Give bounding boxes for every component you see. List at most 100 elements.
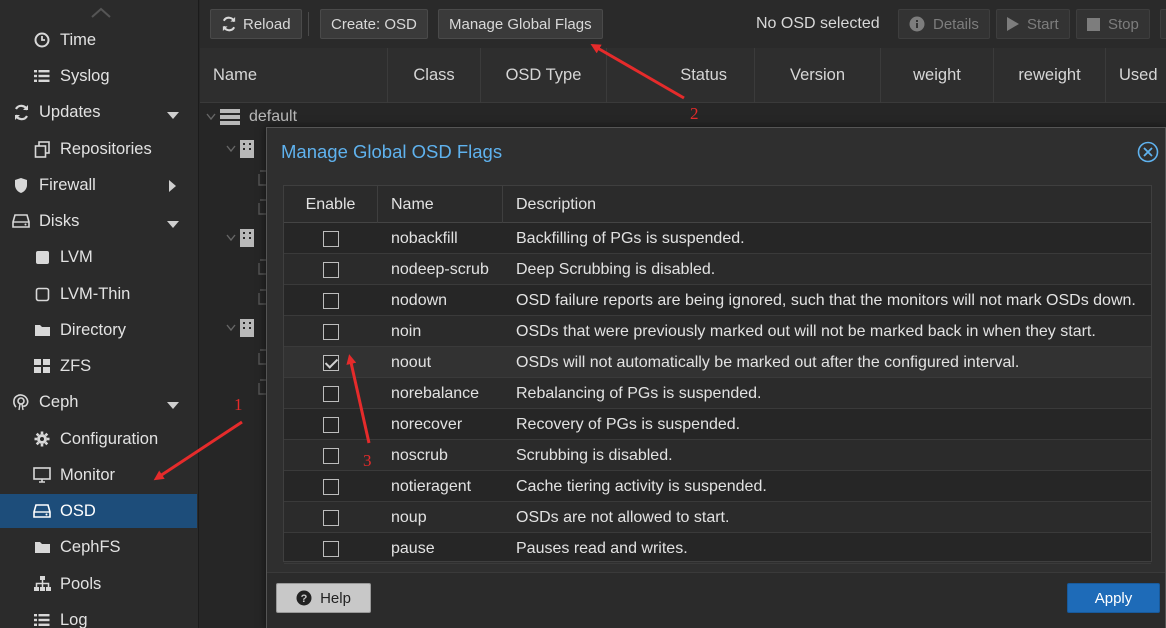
flag-description: OSD failure reports are being ignored, s… (516, 291, 1136, 309)
table-row[interactable]: noup OSDs are not allowed to start. (284, 502, 1151, 533)
table-row[interactable]: noscrub Scrubbing is disabled. (284, 440, 1151, 471)
start-label: Start (1027, 15, 1059, 33)
enable-checkbox-noup[interactable] (323, 509, 339, 526)
column-status[interactable]: Status (607, 48, 755, 103)
sidebar-item-lvm-thin[interactable]: LVM-Thin (0, 277, 197, 311)
gear-icon (33, 430, 51, 448)
flag-description: Backfilling of PGs is suspended. (516, 229, 745, 247)
enable-checkbox-nodown[interactable] (323, 292, 339, 309)
tree-node-host[interactable] (226, 229, 254, 247)
flag-description: Recovery of PGs is suspended. (516, 415, 741, 433)
scroll-up-icon[interactable] (90, 6, 112, 24)
enable-checkbox-nodeep-scrub[interactable] (323, 261, 339, 278)
dialog-header: Manage Global OSD Flags (267, 128, 1165, 176)
column-name[interactable]: Name (200, 48, 388, 103)
apply-button[interactable]: Apply (1067, 583, 1160, 613)
column-enable[interactable]: Enable (284, 186, 378, 223)
details-button[interactable]: Details (898, 9, 990, 39)
sidebar-item-syslog[interactable]: Syslog (0, 59, 197, 93)
sidebar-item-monitor[interactable]: Monitor (0, 458, 197, 492)
sidebar-item-configuration[interactable]: Configuration (0, 422, 197, 456)
sidebar-item-osd[interactable]: OSD (0, 494, 197, 528)
sidebar-item-log[interactable]: Log (0, 603, 197, 628)
enable-checkbox-norecover[interactable] (323, 416, 339, 433)
osd-disk-icon (258, 199, 266, 215)
sidebar-item-cephfs[interactable]: CephFS (0, 530, 197, 564)
column-version[interactable]: Version (755, 48, 881, 103)
flag-name: noin (391, 322, 422, 340)
chevron-down-icon[interactable] (167, 396, 179, 415)
sidebar-item-firewall[interactable]: Firewall (0, 168, 197, 202)
column-description[interactable]: Description (503, 186, 1151, 223)
sidebar-item-disks[interactable]: Disks (0, 204, 197, 238)
table-row[interactable]: pause Pauses read and writes. (284, 533, 1151, 564)
chevron-down-icon (206, 113, 216, 121)
table-row[interactable]: norebalance Rebalancing of PGs is suspend… (284, 378, 1151, 409)
stop-button[interactable]: Stop (1076, 9, 1150, 39)
building-icon (240, 229, 254, 247)
chevron-down-icon[interactable] (167, 106, 179, 125)
enable-checkbox-nobackfill[interactable] (323, 230, 339, 247)
chevron-down-icon (226, 145, 236, 153)
sidebar-item-pools[interactable]: Pools (0, 567, 197, 601)
sidebar-item-zfs[interactable]: ZFS (0, 349, 197, 383)
sidebar-item-repositories[interactable]: Repositories (0, 132, 197, 166)
annotation-label-3: 3 (363, 451, 372, 470)
flag-name: nodown (391, 291, 448, 309)
enable-checkbox-noscrub[interactable] (323, 447, 339, 464)
manage-global-flags-button[interactable]: Manage Global Flags (438, 9, 603, 39)
enable-checkbox-notieragent[interactable] (323, 478, 339, 495)
table-row[interactable]: noin OSDs that were previously marked out… (284, 316, 1151, 347)
tree-node-host[interactable] (226, 140, 254, 158)
sidebar-item-label: Pools (60, 574, 102, 593)
chevron-right-icon[interactable] (169, 178, 177, 197)
column-osd-type[interactable]: OSD Type (481, 48, 607, 103)
enable-checkbox-pause[interactable] (323, 540, 339, 557)
flag-description: Rebalancing of PGs is suspended. (516, 384, 762, 402)
toolbar-separator (308, 12, 309, 36)
tree-node-host[interactable] (226, 319, 254, 337)
table-row[interactable]: notieragent Cache tiering activity is sus… (284, 471, 1151, 502)
sidebar-item-label: Directory (60, 320, 127, 339)
tree-node-default[interactable]: default (206, 107, 297, 127)
enable-checkbox-noin[interactable] (323, 323, 339, 340)
sidebar-item-updates[interactable]: Updates (0, 95, 197, 129)
sidebar-item-label: Time (60, 30, 97, 49)
column-class[interactable]: Class (388, 48, 481, 103)
flag-name: norebalance (391, 384, 480, 402)
flag-name: noout (391, 353, 432, 371)
enable-checkbox-noout[interactable] (323, 354, 339, 371)
sidebar-item-directory[interactable]: Directory (0, 313, 197, 347)
table-row[interactable]: norecover Recovery of PGs is suspended. (284, 409, 1151, 440)
osd-grid-header: Name Class OSD Type Status Version weigh… (200, 48, 1166, 103)
chevron-down-icon (226, 324, 236, 332)
more-button[interactable] (1160, 9, 1166, 39)
sidebar-item-ceph[interactable]: Ceph (0, 385, 197, 419)
create-osd-button[interactable]: Create: OSD (320, 9, 428, 39)
reload-button[interactable]: Reload (210, 9, 302, 39)
sidebar-item-time[interactable]: Time (0, 23, 197, 57)
column-reweight[interactable]: reweight (994, 48, 1106, 103)
building-icon (240, 140, 254, 158)
chevron-down-icon[interactable] (167, 215, 179, 234)
osd-selection-status: No OSD selected (756, 15, 880, 32)
enable-checkbox-norebalance[interactable] (323, 385, 339, 402)
help-button[interactable]: ? Help (276, 583, 371, 613)
sidebar-item-label: Disks (39, 211, 80, 230)
table-row[interactable]: nodown OSD failure reports are being igno… (284, 285, 1151, 316)
column-name[interactable]: Name (378, 186, 503, 223)
flag-description: Scrubbing is disabled. (516, 446, 673, 464)
flag-description: Cache tiering activity is suspended. (516, 477, 767, 495)
column-weight[interactable]: weight (881, 48, 994, 103)
sidebar-item-lvm[interactable]: LVM (0, 240, 197, 274)
column-used[interactable]: Used (1106, 48, 1166, 103)
table-row[interactable]: nodeep-scrub Deep Scrubbing is disabled. (284, 254, 1151, 285)
osd-disk-icon (258, 379, 266, 395)
table-row[interactable]: noout OSDs will not automatically be mark… (284, 347, 1151, 378)
sidebar-item-label: LVM (60, 247, 93, 266)
start-button[interactable]: Start (996, 9, 1070, 39)
close-icon[interactable] (1137, 141, 1159, 163)
flag-description: OSDs will not automatically be marked ou… (516, 353, 1020, 371)
table-row[interactable]: nobackfill Backfilling of PGs is suspende… (284, 223, 1151, 254)
sidebar-item-label: Ceph (39, 392, 79, 411)
